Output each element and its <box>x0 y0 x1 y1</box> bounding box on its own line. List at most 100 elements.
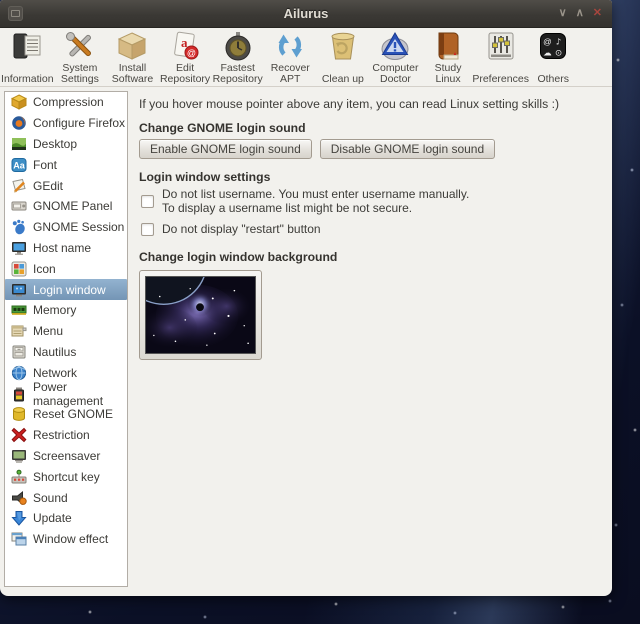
toolbar-label: Fastest Repository <box>211 62 264 86</box>
disable-login-sound-button[interactable]: Disable GNOME login sound <box>320 139 495 159</box>
sidebar-item-update[interactable]: Update <box>5 508 127 529</box>
window-effect-icon <box>10 531 27 547</box>
study-linux-icon <box>432 30 464 62</box>
system-settings-icon <box>64 30 96 62</box>
checkbox-row-no-restart-button[interactable]: Do not display "restart" button <box>141 223 604 237</box>
login-background-thumbnail-button[interactable] <box>139 270 262 360</box>
sidebar-item-power-management[interactable]: Power management <box>5 383 127 404</box>
others-icon: @♪☁⊙ <box>537 30 569 62</box>
power-management-icon <box>10 386 27 402</box>
sidebar-item-restriction[interactable]: Restriction <box>5 425 127 446</box>
sidebar-item-gedit[interactable]: GEdit <box>5 175 127 196</box>
sidebar-item-shortcut-key[interactable]: Shortcut key <box>5 466 127 487</box>
sidebar: Compression Configure Firefox Desktop Aa… <box>4 91 128 587</box>
network-icon <box>10 365 27 381</box>
sidebar-item-compression[interactable]: Compression <box>5 92 127 113</box>
recover-apt-icon <box>274 30 306 62</box>
sidebar-item-label: Reset GNOME <box>33 407 113 421</box>
sidebar-item-gnome-panel[interactable]: GNOME Panel <box>5 196 127 217</box>
sidebar-item-label: Icon <box>33 262 56 276</box>
main-panel: If you hover mouse pointer above any ite… <box>132 91 608 587</box>
svg-text:@: @ <box>187 48 196 58</box>
sidebar-item-label: Window effect <box>33 532 108 546</box>
sidebar-item-reset-gnome[interactable]: Reset GNOME <box>5 404 127 425</box>
toolbar-label: Edit Repository <box>159 62 212 86</box>
sidebar-item-label: Login window <box>33 283 106 297</box>
sidebar-item-gnome-session[interactable]: GNOME Session <box>5 217 127 238</box>
sidebar-item-desktop[interactable]: Desktop <box>5 134 127 155</box>
toolbar-item-edit-repository[interactable]: a@ Edit Repository <box>159 30 212 86</box>
toolbar-label: Others <box>527 62 580 86</box>
sidebar-item-label: Nautilus <box>33 345 76 359</box>
gedit-icon <box>10 178 27 194</box>
no-username-list-checkbox[interactable] <box>141 195 154 208</box>
checkbox-label-line1: Do not list username. You must enter use… <box>162 187 469 201</box>
menu-icon <box>10 323 27 339</box>
title-bar[interactable]: Ailurus ∨ ∧ ✕ <box>0 0 612 28</box>
sidebar-item-menu[interactable]: Menu <box>5 321 127 342</box>
close-button[interactable]: ✕ <box>593 8 602 19</box>
toolbar-label: System Settings <box>54 62 107 86</box>
sidebar-item-window-effect[interactable]: Window effect <box>5 529 127 550</box>
toolbar-item-system-settings[interactable]: System Settings <box>54 30 107 86</box>
sidebar-item-sound[interactable]: Sound <box>5 487 127 508</box>
no-restart-button-checkbox[interactable] <box>141 223 154 236</box>
clean-up-icon <box>327 30 359 62</box>
sidebar-item-label: Compression <box>33 95 104 109</box>
sidebar-item-label: Host name <box>33 241 91 255</box>
sidebar-item-label: Shortcut key <box>33 470 100 484</box>
sidebar-item-memory[interactable]: Memory <box>5 300 127 321</box>
svg-text:Aa: Aa <box>13 160 25 170</box>
sidebar-item-configure-firefox[interactable]: Configure Firefox <box>5 113 127 134</box>
content-area: Compression Configure Firefox Desktop Aa… <box>0 87 612 596</box>
toolbar-item-clean-up[interactable]: Clean up <box>317 30 370 86</box>
sound-icon <box>10 490 27 506</box>
enable-login-sound-button[interactable]: Enable GNOME login sound <box>139 139 312 159</box>
toolbar-item-others[interactable]: @♪☁⊙ Others <box>527 30 580 86</box>
fastest-repository-icon <box>222 30 254 62</box>
toolbar-item-study-linux[interactable]: Study Linux <box>422 30 475 86</box>
section-heading-login-window-settings: Login window settings <box>139 170 604 184</box>
minimize-button[interactable]: ∨ <box>559 8 567 19</box>
login-window-icon <box>10 282 27 298</box>
edit-repository-icon: a@ <box>169 30 201 62</box>
gnome-panel-icon <box>10 198 27 214</box>
font-icon: Aa <box>10 157 27 173</box>
toolbar-item-install-software[interactable]: Install Software <box>106 30 159 86</box>
space-nebula-image <box>145 276 256 354</box>
sidebar-item-label: GEdit <box>33 179 63 193</box>
update-icon <box>10 510 27 526</box>
compression-icon <box>10 94 27 110</box>
preferences-icon <box>485 30 517 62</box>
sidebar-item-label: Screensaver <box>33 449 100 463</box>
window-title: Ailurus <box>0 6 612 21</box>
sidebar-item-label: Network <box>33 366 77 380</box>
toolbar-label: Preferences <box>474 62 527 86</box>
icon-theme-icon <box>10 261 27 277</box>
computer-doctor-icon <box>379 30 411 62</box>
sidebar-item-icon[interactable]: Icon <box>5 258 127 279</box>
toolbar-item-computer-doctor[interactable]: Computer Doctor <box>369 30 422 86</box>
sidebar-item-host-name[interactable]: Host name <box>5 238 127 259</box>
information-icon <box>11 30 43 62</box>
svg-text:♪: ♪ <box>556 38 561 48</box>
sidebar-item-label: GNOME Session <box>33 220 124 234</box>
checkbox-label: Do not list username. You must enter use… <box>162 188 469 215</box>
toolbar-item-information[interactable]: Information <box>1 30 54 86</box>
toolbar-item-fastest-repository[interactable]: Fastest Repository <box>211 30 264 86</box>
checkbox-row-no-username-list[interactable]: Do not list username. You must enter use… <box>141 188 604 215</box>
firefox-icon <box>10 115 27 131</box>
gnome-session-icon <box>10 219 27 235</box>
sidebar-item-nautilus[interactable]: Nautilus <box>5 342 127 363</box>
reset-gnome-icon <box>10 406 27 422</box>
sidebar-item-label: GNOME Panel <box>33 199 112 213</box>
sidebar-item-font[interactable]: Aa Font <box>5 154 127 175</box>
svg-text:⊙: ⊙ <box>555 49 562 59</box>
toolbar-label: Computer Doctor <box>369 62 422 86</box>
maximize-button[interactable]: ∧ <box>576 8 584 19</box>
toolbar-item-preferences[interactable]: Preferences <box>474 30 527 86</box>
toolbar-item-recover-apt[interactable]: Recover APT <box>264 30 317 86</box>
sidebar-item-screensaver[interactable]: Screensaver <box>5 446 127 467</box>
sidebar-item-login-window[interactable]: Login window <box>5 279 127 300</box>
memory-icon <box>10 302 27 318</box>
